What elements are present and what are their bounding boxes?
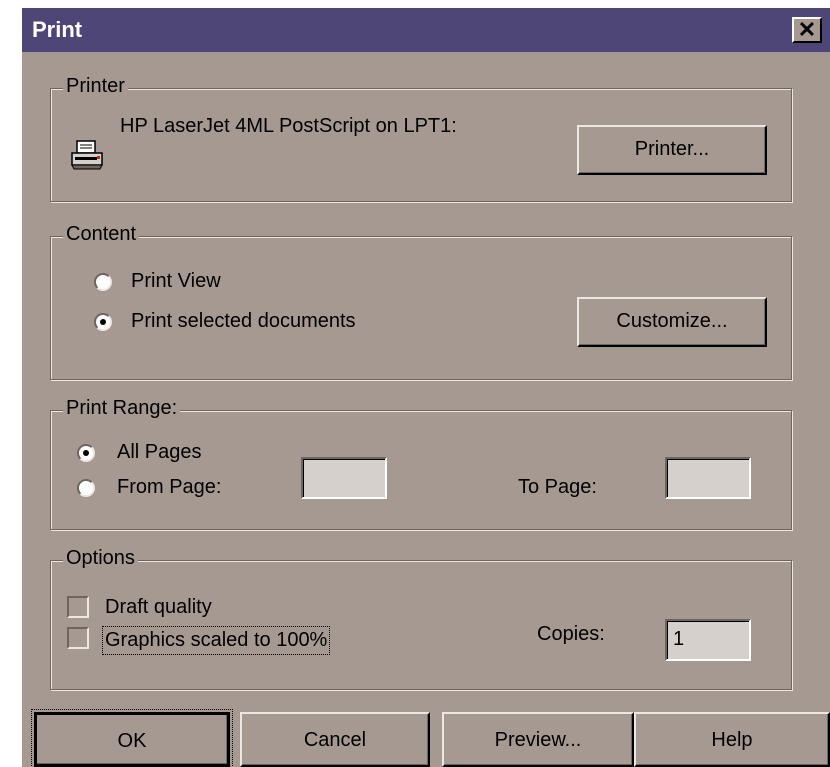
copies-input[interactable]: 1 <box>665 619 751 661</box>
help-button[interactable]: Help <box>634 712 830 767</box>
copies-label: Copies: <box>537 623 605 645</box>
draft-quality-label[interactable]: Draft quality <box>105 596 212 619</box>
close-button[interactable]: ✕ <box>792 17 822 43</box>
customize-button-label: Customize... <box>616 310 728 332</box>
graphics-scaled-label[interactable]: Graphics scaled to 100% <box>101 626 331 655</box>
from-page-input[interactable] <box>301 457 387 499</box>
preview-button-label: Preview... <box>494 729 582 751</box>
printer-name: HP LaserJet 4ML PostScript on LPT1: <box>120 115 457 137</box>
ok-button[interactable]: OK <box>31 709 233 767</box>
preview-button[interactable]: Preview... <box>442 712 634 767</box>
customize-button[interactable]: Customize... <box>577 297 767 347</box>
content-group-legend: Content <box>63 223 140 246</box>
print-selected-documents-radio[interactable] <box>94 313 112 331</box>
print-dialog: Print ✕ Printer HP LaserJet 4ML PostScri… <box>22 8 830 767</box>
printer-button-label: Printer... <box>634 138 710 160</box>
printer-group-legend: Printer <box>63 75 128 98</box>
radio-selected-dot <box>83 450 89 456</box>
to-page-input[interactable] <box>665 457 751 499</box>
window-title: Print <box>32 17 83 42</box>
options-group: Options Draft quality Graphics scaled to… <box>50 547 792 690</box>
print-range-group-legend: Print Range: <box>63 397 181 420</box>
graphics-scaled-checkbox[interactable] <box>67 627 89 649</box>
radio-selected-dot <box>100 319 106 325</box>
close-icon: ✕ <box>797 17 817 42</box>
ok-button-label: OK <box>117 730 147 752</box>
title-bar[interactable]: Print ✕ <box>22 8 830 52</box>
printer-icon <box>71 140 103 170</box>
print-view-label[interactable]: Print View <box>131 270 221 293</box>
to-page-label: To Page: <box>518 476 597 498</box>
cancel-button[interactable]: Cancel <box>240 712 430 767</box>
all-pages-label[interactable]: All Pages <box>117 441 202 464</box>
from-page-label[interactable]: From Page: <box>117 476 221 499</box>
all-pages-radio[interactable] <box>77 444 95 462</box>
print-selected-documents-label[interactable]: Print selected documents <box>131 310 356 333</box>
printer-button[interactable]: Printer... <box>577 125 767 175</box>
from-page-radio[interactable] <box>77 479 95 497</box>
cancel-button-label: Cancel <box>303 729 367 751</box>
content-group: Content Print View Print selected docume… <box>50 223 792 380</box>
print-range-group: Print Range: All Pages From Page: To Pag… <box>50 397 792 530</box>
print-view-radio[interactable] <box>94 273 112 291</box>
printer-group: Printer HP LaserJet 4ML PostScript on LP… <box>50 75 792 202</box>
draft-quality-checkbox[interactable] <box>67 596 89 618</box>
help-button-label: Help <box>711 729 753 751</box>
options-group-legend: Options <box>63 547 138 570</box>
